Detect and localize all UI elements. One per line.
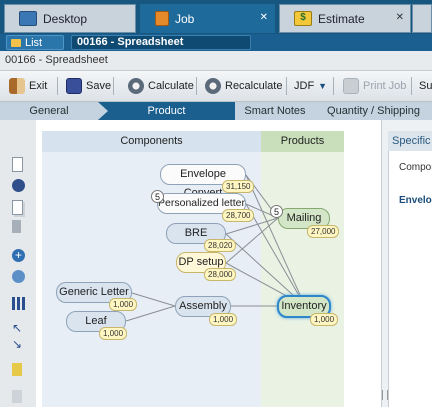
step-general[interactable]: General bbox=[0, 102, 98, 120]
specifications-header: Specific bbox=[388, 131, 432, 151]
close-icon[interactable]: ✕ bbox=[260, 12, 268, 23]
printer-icon bbox=[343, 78, 359, 94]
toolbar-divider bbox=[196, 77, 197, 95]
qty-badge: 28,020 bbox=[204, 239, 237, 252]
close-icon[interactable]: ✕ bbox=[396, 12, 404, 23]
step-arrow bbox=[88, 102, 98, 120]
step-tabs: General Product Smart Notes Quantity / S… bbox=[0, 102, 432, 120]
desktop-icon bbox=[19, 11, 37, 26]
window-tab-bar: Desktop Job ✕ $ Estimate ✕ bbox=[0, 0, 432, 34]
recalculate-label: Recalculate bbox=[225, 80, 283, 92]
estimate-icon: $ bbox=[294, 11, 312, 26]
more-button[interactable]: Su bbox=[419, 77, 432, 95]
exit-button[interactable]: Exit bbox=[9, 77, 47, 95]
zoom-icon[interactable] bbox=[12, 270, 25, 283]
note-icon[interactable] bbox=[12, 363, 22, 376]
jdf-label: JDF bbox=[294, 80, 315, 92]
arrow-down-right-icon[interactable]: ↘ bbox=[12, 338, 25, 351]
job-title: 00166 - Spreadsheet bbox=[71, 35, 251, 50]
breadcrumb: 00166 - Spreadsheet bbox=[0, 51, 432, 71]
qty-badge: 1,000 bbox=[209, 313, 238, 326]
new-page-icon[interactable] bbox=[12, 157, 23, 172]
breadcrumb-text: 00166 - Spreadsheet bbox=[5, 54, 108, 66]
qty-badge: 1,000 bbox=[109, 298, 138, 311]
calculate-button[interactable]: Calculate bbox=[128, 77, 194, 95]
print-job-button[interactable]: Print Job bbox=[343, 77, 406, 95]
add-icon[interactable]: + bbox=[12, 249, 25, 262]
qty-badge: 1,000 bbox=[310, 313, 339, 326]
shape-icon[interactable] bbox=[12, 179, 25, 192]
job-icon bbox=[155, 11, 169, 26]
list-button[interactable]: List bbox=[6, 35, 64, 50]
copy-icon[interactable] bbox=[12, 200, 23, 215]
component-label: Compor bbox=[399, 162, 432, 173]
toolbar: Exit Save Calculate Recalculate JDF ▼ Pr… bbox=[0, 71, 432, 102]
tab-job-label: Job bbox=[175, 11, 195, 26]
toolbar-divider bbox=[411, 77, 412, 95]
save-label: Save bbox=[86, 80, 112, 92]
gear-icon bbox=[128, 78, 144, 94]
tab-overflow[interactable] bbox=[412, 4, 432, 33]
save-icon bbox=[66, 78, 82, 94]
toolbar-divider bbox=[57, 77, 58, 95]
trash-icon[interactable] bbox=[12, 220, 21, 233]
count-badge: 5 bbox=[151, 190, 164, 203]
chevron-down-icon: ▼ bbox=[318, 81, 328, 91]
gear-refresh-icon bbox=[205, 78, 221, 94]
specifications-body: Compor Envelo bbox=[388, 151, 432, 407]
tab-desktop-label: Desktop bbox=[43, 11, 88, 26]
door-icon bbox=[9, 78, 25, 94]
list-button-label: List bbox=[25, 36, 43, 49]
step-arrow bbox=[225, 102, 235, 120]
step-smart-notes[interactable]: Smart Notes bbox=[235, 102, 315, 120]
tab-job[interactable]: Job ✕ bbox=[140, 4, 275, 33]
exit-label: Exit bbox=[29, 80, 48, 92]
products-header: Products bbox=[261, 131, 344, 152]
job-header-bar: List 00166 - Spreadsheet bbox=[0, 34, 432, 51]
arrow-up-left-icon[interactable]: ↖ bbox=[12, 322, 25, 335]
jdf-dropdown[interactable]: JDF ▼ bbox=[294, 77, 327, 95]
grid-icon[interactable] bbox=[12, 297, 25, 310]
misc-icon[interactable] bbox=[12, 390, 22, 403]
count-badge: 5 bbox=[270, 205, 283, 218]
qty-badge: 28,000 bbox=[204, 268, 237, 281]
print-job-label: Print Job bbox=[363, 80, 407, 92]
save-button[interactable]: Save bbox=[66, 77, 111, 95]
more-label: Su bbox=[419, 80, 432, 92]
tab-estimate[interactable]: $ Estimate ✕ bbox=[279, 4, 411, 33]
components-header: Components bbox=[42, 131, 261, 152]
step-arrow bbox=[98, 102, 108, 120]
left-toolbar: + ↖ ↘ bbox=[0, 120, 37, 407]
products-column bbox=[261, 131, 344, 407]
folder-icon bbox=[11, 38, 21, 47]
recalculate-button[interactable]: Recalculate bbox=[205, 77, 282, 95]
qty-badge: 1,000 bbox=[99, 327, 128, 340]
step-quantity-shipping[interactable]: Quantity / Shipping bbox=[315, 102, 432, 120]
tab-desktop[interactable]: Desktop bbox=[4, 4, 136, 33]
envelope-label: Envelo bbox=[399, 195, 432, 206]
qty-badge: 31,150 bbox=[222, 180, 255, 193]
qty-badge: 27,000 bbox=[307, 225, 340, 238]
toolbar-divider bbox=[286, 77, 287, 95]
toolbar-divider bbox=[333, 77, 334, 95]
toolbar-divider bbox=[113, 77, 114, 95]
step-product[interactable]: Product bbox=[98, 102, 235, 120]
resize-handle[interactable] bbox=[382, 390, 388, 400]
calculate-label: Calculate bbox=[148, 80, 194, 92]
tab-estimate-label: Estimate bbox=[318, 11, 365, 26]
qty-badge: 28,700 bbox=[222, 209, 255, 222]
